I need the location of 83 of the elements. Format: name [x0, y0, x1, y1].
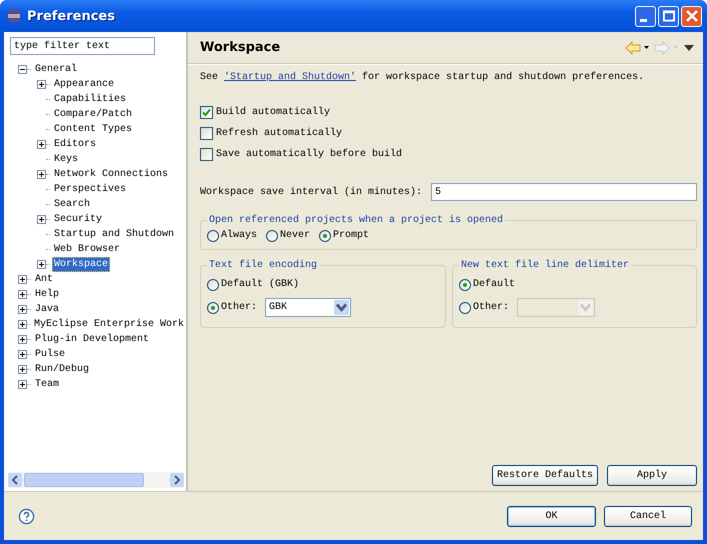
tree-item[interactable]: Team: [33, 377, 62, 392]
window-title: Preferences: [27, 8, 116, 24]
group-title: New text file line delimiter: [460, 260, 630, 271]
tree-item[interactable]: Security: [52, 212, 104, 227]
radio-button[interactable]: [459, 302, 471, 314]
expander-icon[interactable]: [18, 305, 27, 314]
tree-item[interactable]: General: [33, 62, 80, 77]
tree-item[interactable]: Compare/Patch: [52, 107, 134, 122]
minimize-button[interactable]: [635, 6, 656, 26]
tree-item[interactable]: Network Connections: [52, 167, 170, 182]
expander-icon[interactable]: [18, 380, 27, 389]
tree-item[interactable]: Workspace: [52, 257, 110, 272]
horizontal-scrollbar[interactable]: [8, 472, 184, 488]
maximize-button[interactable]: [658, 6, 679, 26]
group-title: Open referenced projects when a project is opened: [208, 215, 504, 226]
expander-icon[interactable]: [18, 335, 27, 344]
radio-button[interactable]: [207, 230, 219, 242]
radio-label: Never: [280, 230, 310, 241]
interval-field[interactable]: 5: [431, 183, 697, 201]
tree-item[interactable]: Web Browser: [52, 242, 122, 257]
radio-button[interactable]: [207, 278, 219, 290]
tree-item[interactable]: Startup and Shutdown: [52, 227, 176, 242]
dialog-button[interactable]: OK: [507, 506, 596, 526]
encoding-dropdown[interactable]: GBK: [265, 298, 352, 317]
checkbox[interactable]: [200, 148, 213, 161]
checkbox-label: Save automatically before build: [216, 149, 402, 160]
radio-label: Default: [473, 279, 516, 290]
radio-button[interactable]: [266, 230, 278, 242]
checkbox[interactable]: [200, 127, 213, 140]
expander-icon[interactable]: [18, 365, 27, 374]
filter-field[interactable]: type filter text: [10, 37, 155, 55]
tree-item[interactable]: Ant: [33, 272, 56, 287]
tree-item[interactable]: Plug-in Development: [33, 332, 152, 347]
scroll-left-icon[interactable]: [8, 473, 22, 487]
close-button[interactable]: [681, 6, 702, 26]
expander-icon[interactable]: [18, 320, 27, 329]
radio-button[interactable]: [459, 278, 471, 290]
expander-icon[interactable]: [18, 350, 27, 359]
expander-icon[interactable]: [37, 80, 46, 89]
tree-item[interactable]: Capabilities: [52, 92, 128, 107]
radio-label: Always: [221, 230, 258, 241]
tree-item[interactable]: Help: [33, 287, 62, 302]
maximize-icon: [662, 10, 674, 22]
checkbox[interactable]: [200, 106, 213, 119]
checkbox-label: Refresh automatically: [216, 128, 342, 139]
help-icon[interactable]: [18, 508, 35, 524]
radio-button[interactable]: [207, 302, 219, 314]
radio-label: Prompt: [333, 230, 370, 241]
radio-button[interactable]: [319, 230, 332, 242]
radio-label: Other:: [221, 302, 258, 313]
tree-item[interactable]: Pulse: [33, 347, 68, 362]
tree-item[interactable]: Keys: [52, 152, 80, 167]
page-title: Workspace: [200, 40, 282, 55]
intro-text: See 'Startup and Shutdown' for workspace startup and shutdown preferences.: [200, 70, 646, 85]
tree-item[interactable]: Appearance: [52, 77, 116, 92]
startup-link[interactable]: 'Startup and Shutdown': [224, 72, 356, 83]
expander-icon[interactable]: [37, 170, 46, 179]
close-icon: [686, 10, 698, 22]
tree-item[interactable]: Run/Debug: [33, 362, 92, 377]
expander-icon[interactable]: [37, 215, 46, 224]
tree-item[interactable]: Search: [52, 197, 92, 212]
tree-item[interactable]: MyEclipse Enterprise Work: [32, 317, 186, 332]
radio-label: Default (GBK): [221, 279, 300, 290]
expander-icon[interactable]: [18, 290, 27, 299]
scroll-thumb[interactable]: [24, 473, 144, 487]
expander-icon[interactable]: [18, 275, 27, 284]
group-title: Text file encoding: [208, 260, 318, 271]
tree-item[interactable]: Perspectives: [52, 182, 128, 197]
interval-label: Workspace save interval (in minutes):: [200, 186, 422, 198]
expander-icon[interactable]: [18, 65, 27, 74]
tree-item[interactable]: Editors: [52, 137, 98, 152]
expander-icon[interactable]: [37, 260, 46, 269]
page-button[interactable]: Restore Defaults: [492, 465, 598, 486]
tree-item[interactable]: Content Types: [52, 122, 134, 137]
page-button[interactable]: Apply: [607, 465, 697, 486]
dialog-button[interactable]: Cancel: [604, 506, 692, 526]
back-arrow-icon[interactable]: [625, 40, 651, 54]
scroll-right-icon[interactable]: [170, 473, 184, 487]
tree-item[interactable]: Java: [33, 302, 62, 317]
minimize-icon: [640, 18, 647, 22]
checkbox-label: Build automatically: [216, 107, 330, 118]
expander-icon[interactable]: [37, 140, 46, 149]
radio-label: Other:: [473, 302, 510, 313]
